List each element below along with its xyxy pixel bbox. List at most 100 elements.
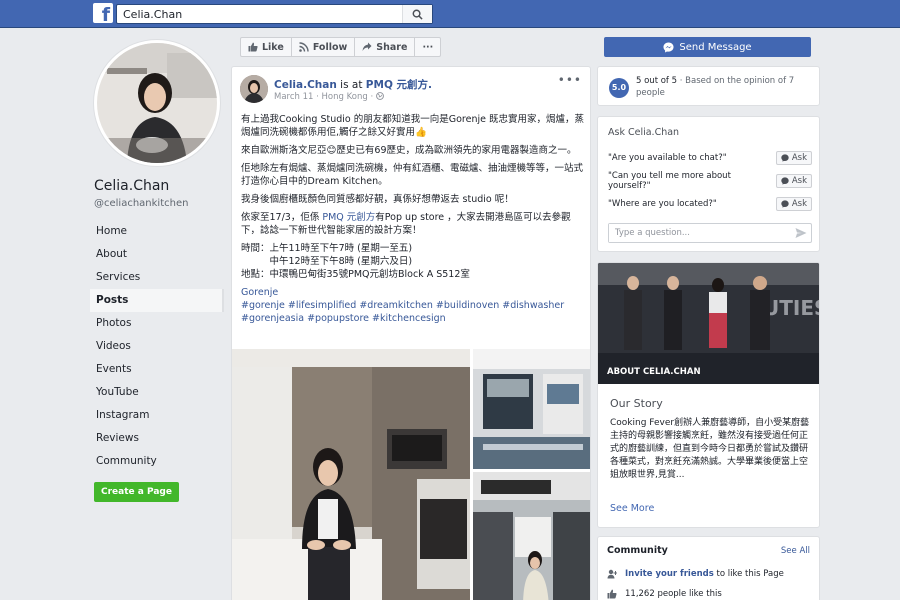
kitchen-photo-image [232, 349, 470, 600]
profile-picture[interactable] [94, 40, 220, 166]
about-card: UTIES ABOUT CELIA.CHAN Our Story Cooking… [597, 262, 820, 528]
ask-question: "Where are you located?" [608, 199, 717, 209]
invite-friends-link[interactable]: Invite your friends [625, 569, 714, 579]
post-meta: March 11 · Hong Kong · [274, 92, 384, 102]
nav-item-reviews[interactable]: Reviews [90, 427, 224, 450]
post-location[interactable]: PMQ 元創方. [366, 79, 432, 91]
nav-item-events[interactable]: Events [90, 358, 224, 381]
search-icon [412, 9, 423, 20]
follow-button[interactable]: Follow [292, 38, 356, 56]
invite-friends-row: Invite your friends to like this Page [607, 569, 784, 579]
more-options-button[interactable]: ··· [415, 38, 440, 56]
facebook-logo-icon[interactable]: f [93, 3, 113, 23]
nav-item-posts[interactable]: Posts [90, 289, 224, 312]
store-photo-image [473, 349, 590, 469]
backdrop-lettering: UTIES [763, 296, 819, 320]
ask-button-label: Ask [791, 199, 807, 209]
ask-button[interactable]: Ask [775, 197, 812, 211]
post-options-button[interactable]: ••• [558, 73, 582, 87]
community-card: Community See All Invite your friends to… [597, 536, 820, 600]
ask-button-label: Ask [791, 176, 807, 186]
tv-show-cast-image: UTIES [598, 263, 819, 384]
ask-question-input[interactable] [609, 224, 779, 242]
about-photo-label: ABOUT CELIA.CHAN [607, 367, 701, 377]
nav-item-home[interactable]: Home [90, 220, 224, 243]
share-label: Share [376, 41, 408, 53]
post-body: 有上過我Cooking Studio 的朋友都知道我一向是Gorenje 既忠實… [241, 113, 586, 325]
hashtag-list[interactable]: #gorenjeasia #popupstore #kitchencesign [241, 312, 586, 325]
post-paragraph: 我身後個廚櫃既顏色同質感都好靚，真係好想帶返去 studio 呢！ [241, 194, 514, 205]
follow-label: Follow [312, 41, 348, 53]
share-arrow-icon [362, 42, 372, 51]
page-username[interactable]: @celiachankitchen [94, 198, 188, 209]
ask-button-label: Ask [791, 153, 807, 163]
see-all-link[interactable]: See All [781, 546, 810, 556]
gorenje-link[interactable]: Gorenje [241, 286, 586, 299]
nav-item-community[interactable]: Community [90, 450, 224, 473]
search-input[interactable] [117, 5, 397, 23]
post-author-name[interactable]: Celia.Chan [274, 79, 337, 91]
about-cover-photo[interactable]: UTIES ABOUT CELIA.CHAN [598, 263, 819, 384]
ask-question-row: "Where are you located?" Ask [608, 195, 812, 213]
post-photo-tertiary[interactable] [473, 472, 590, 600]
share-button[interactable]: Share [355, 38, 416, 56]
post-paragraph: 依家至17/3，佢係 PMQ 元創方有Pop up store ，大家去開港島區… [241, 211, 586, 237]
nav-item-photos[interactable]: Photos [90, 312, 224, 335]
see-more-link[interactable]: See More [610, 503, 654, 514]
post-paragraph: 來自歐洲斯洛文尼亞😊歷史已有69歷史，成為歐洲領先的家用電器製造商之一。 [241, 145, 577, 156]
invite-friends-icon [607, 569, 617, 579]
post-photo-secondary[interactable] [473, 349, 590, 469]
post-photo-main[interactable] [232, 349, 470, 600]
author-avatar-image [240, 75, 268, 103]
page-action-bar: Like Follow Share ··· [240, 37, 442, 57]
nav-item-services[interactable]: Services [90, 266, 224, 289]
nav-item-instagram[interactable]: Instagram [90, 404, 224, 427]
hashtag-list[interactable]: #gorenje #lifesimplified #dreamkitchen #… [241, 299, 586, 312]
messenger-icon [781, 177, 789, 185]
feed-post: Celia.Chan is at PMQ 元創方. March 11 · Hon… [231, 66, 591, 600]
ask-question: "Can you tell me more about yourself?" [608, 171, 731, 191]
page-likes-row: 11,262 people like this [607, 589, 722, 599]
like-button[interactable]: Like [241, 38, 292, 56]
ask-question: "Are you available to chat?" [608, 153, 727, 163]
page-likes-count: 11,262 people like this [625, 589, 722, 599]
post-at-text: is at [336, 79, 366, 91]
opening-hours-line: 中午12時至下午8時 (星期六及日) [241, 256, 413, 267]
opening-hours-line: 時間：上午11時至下午7時 (星期一至五) [241, 243, 413, 254]
messenger-icon [663, 41, 674, 53]
left-navigation: Home About Services Posts Photos Videos … [90, 220, 224, 473]
our-story-text: Cooking Fever創辦人兼廚藝導師，自小受某廚藝主持的母親影響接觸烹飪，… [610, 418, 810, 480]
create-page-button[interactable]: Create a Page [94, 482, 179, 502]
ask-button[interactable]: Ask [775, 151, 812, 165]
post-paragraph: 有上過我Cooking Studio 的朋友都知道我一向是Gorenje 既忠實… [241, 114, 584, 138]
post-date[interactable]: March 11 · Hong Kong · [274, 92, 373, 102]
post-header: Celia.Chan is at PMQ 元創方. [274, 77, 432, 92]
post-author-avatar[interactable] [240, 75, 268, 103]
messenger-icon [781, 154, 789, 162]
send-message-label: Send Message [679, 41, 752, 53]
rating-summary: 5 out of 5 · Based on the opinion of 7 p… [636, 75, 816, 99]
ask-question-field [608, 223, 812, 243]
page-title: Celia.Chan [94, 178, 170, 194]
thumbs-up-icon [607, 589, 617, 599]
send-message-button[interactable]: Send Message [604, 37, 811, 57]
nav-item-about[interactable]: About [90, 243, 224, 266]
profile-photo-image [97, 43, 217, 163]
globe-icon [375, 92, 384, 100]
post-text-part: 依家至17/3，佢係 [241, 212, 323, 223]
nav-item-videos[interactable]: Videos [90, 335, 224, 358]
rating-score: 5 out of 5 [636, 76, 678, 86]
messenger-icon [781, 200, 789, 208]
thumbs-up-icon [248, 42, 258, 52]
community-title: Community [607, 545, 668, 556]
search-button[interactable] [402, 5, 432, 23]
rating-score-badge: 5.0 [609, 78, 629, 98]
booth-photo-image [473, 472, 590, 600]
pmq-link[interactable]: PMQ 元創方 [322, 212, 375, 223]
ask-button[interactable]: Ask [775, 174, 812, 188]
rating-card[interactable]: 5.0 5 out of 5 · Based on the opinion of… [597, 66, 820, 106]
nav-item-youtube[interactable]: YouTube [90, 381, 224, 404]
send-arrow-icon[interactable] [795, 227, 807, 239]
our-story-title: Our Story [610, 397, 663, 410]
post-paragraph: 時間：上午11時至下午7時 (星期一至五) 中午12時至下午8時 (星期六及日)… [241, 242, 586, 281]
